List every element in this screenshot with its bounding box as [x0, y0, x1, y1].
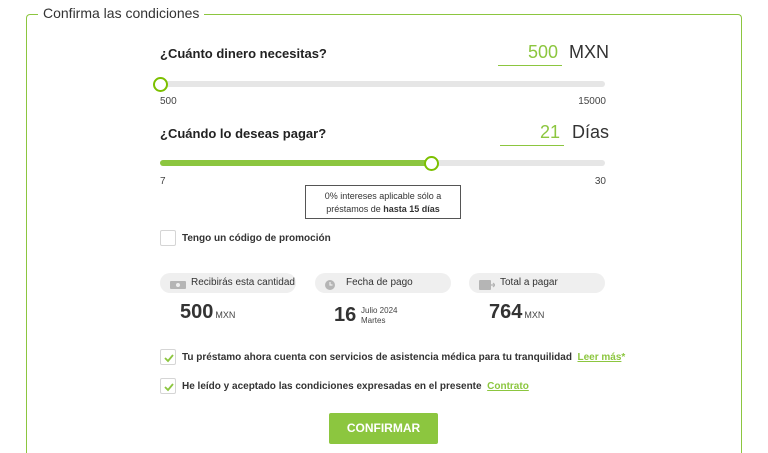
clock-icon	[325, 278, 335, 298]
assistance-checkbox[interactable]	[160, 349, 176, 365]
assistance-row: Tu préstamo ahora cuenta con servicios d…	[182, 352, 625, 363]
info-line-2-text: préstamos de	[326, 204, 384, 214]
read-more-link[interactable]: Leer más	[578, 352, 622, 363]
amount-slider-handle[interactable]	[153, 77, 168, 92]
payment-day: 16	[334, 304, 357, 326]
total-pill: Total a pagar	[469, 273, 605, 293]
promo-checkbox[interactable]	[160, 230, 176, 246]
receive-pill-label: Recibirás esta cantidad	[191, 277, 295, 288]
check-icon	[164, 383, 174, 392]
term-max-label: 30	[594, 176, 606, 187]
total-amount-value: 764	[489, 301, 523, 323]
money-icon	[170, 278, 186, 298]
terms-row: He leído y aceptado las condiciones expr…	[182, 381, 529, 392]
amount-slider-track[interactable]	[160, 81, 605, 87]
terms-checkbox[interactable]	[160, 378, 176, 394]
amount-question: ¿Cuánto dinero necesitas?	[160, 46, 327, 61]
term-min-label: 7	[160, 176, 166, 187]
term-question: ¿Cuándo lo deseas pagar?	[160, 126, 327, 141]
interest-info-box: 0% intereses aplicable sólo a préstamos …	[305, 185, 461, 219]
receive-amount-unit: MXN	[215, 310, 236, 320]
receive-amount-value: 500	[180, 301, 214, 323]
total-pill-label: Total a pagar	[500, 277, 558, 288]
check-icon	[164, 354, 174, 363]
date-pill: Fecha de pago	[315, 273, 451, 293]
card-icon	[479, 278, 496, 298]
term-slider-fill	[160, 160, 431, 166]
amount-input[interactable]: 500	[498, 40, 562, 66]
info-line-2-bold: hasta 15 días	[383, 204, 440, 214]
info-line-1: 0% intereses aplicable sólo a	[324, 191, 442, 201]
amount-unit: MXN	[569, 42, 609, 62]
promo-label: Tengo un código de promoción	[182, 233, 331, 244]
assistance-label: Tu préstamo ahora cuenta con servicios d…	[182, 352, 572, 363]
amount-min-label: 500	[160, 96, 177, 107]
date-pill-label: Fecha de pago	[346, 277, 413, 288]
panel-legend: Confirma las condiciones	[38, 5, 205, 21]
contract-link[interactable]: Contrato	[487, 381, 529, 392]
confirm-button[interactable]: CONFIRMAR	[329, 413, 438, 444]
total-amount-unit: MXN	[524, 310, 545, 320]
total-amount: 764 MXN	[489, 301, 544, 324]
receive-pill: Recibirás esta cantidad	[160, 273, 296, 293]
receive-amount: 500 MXN	[180, 301, 235, 324]
info-line-2: préstamos de hasta 15 días	[306, 203, 460, 216]
payment-weekday: Martes	[361, 316, 386, 325]
asterisk: *	[621, 352, 626, 363]
terms-label: He leído y aceptado las condiciones expr…	[182, 381, 482, 392]
term-unit: Días	[572, 122, 610, 142]
payment-month-year: Julio 2024	[361, 306, 398, 315]
term-slider-handle[interactable]	[423, 156, 439, 171]
amount-max-label: 15000	[578, 96, 606, 107]
term-input[interactable]: 21	[500, 120, 564, 146]
